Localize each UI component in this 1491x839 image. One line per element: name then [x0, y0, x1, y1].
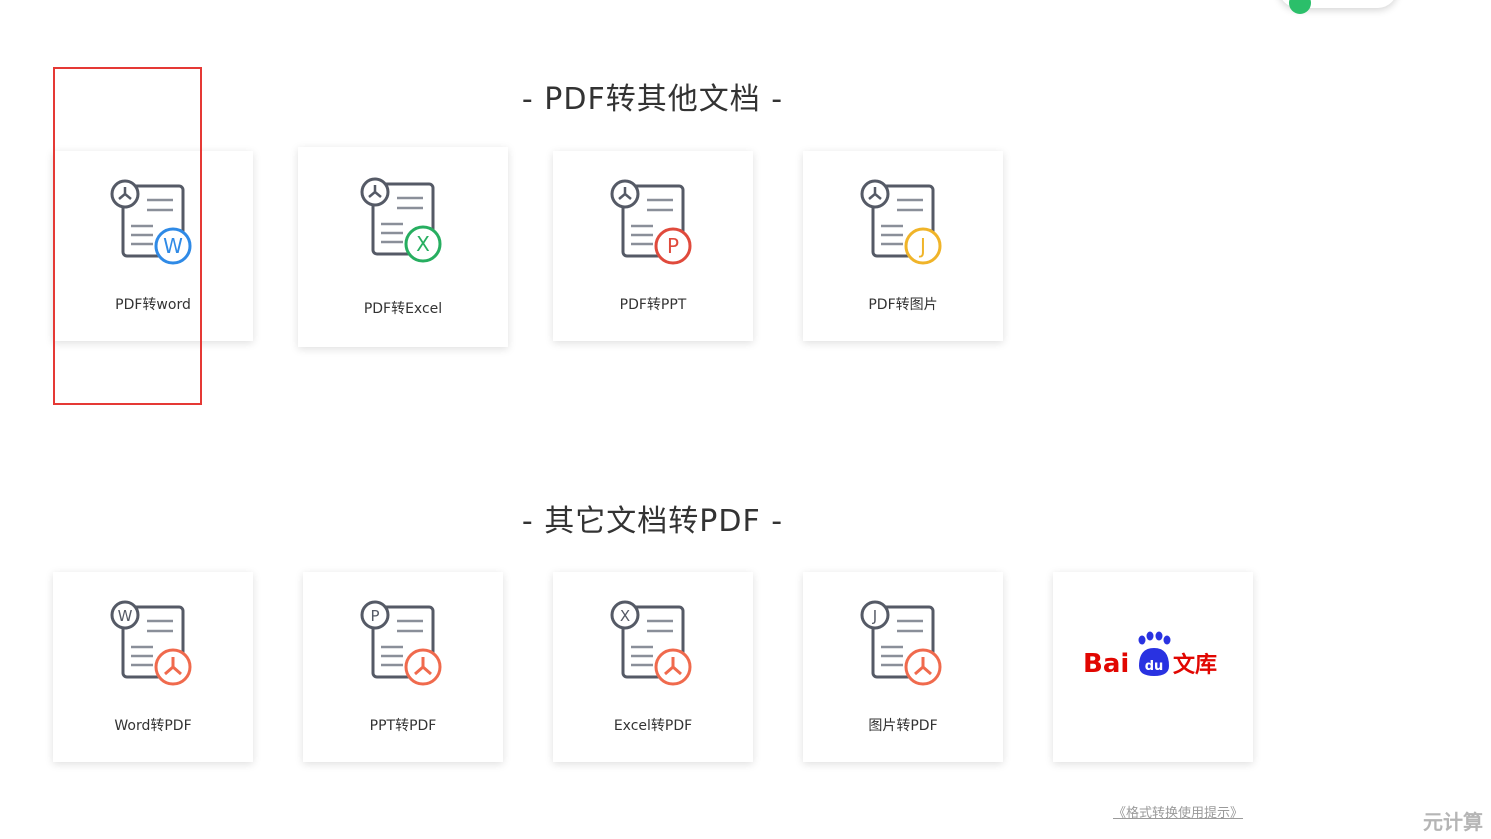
card-label: PDF转图片: [868, 297, 938, 313]
card-image-to-pdf[interactable]: J 图片转PDF: [803, 572, 1003, 762]
card-label: PDF转PPT: [619, 297, 687, 313]
card-pdf-to-ppt[interactable]: P PDF转PPT: [553, 151, 753, 341]
corner-letter: J: [872, 607, 877, 625]
card-ppt-to-pdf[interactable]: P PPT转PDF: [303, 572, 503, 762]
badge-letter: X: [416, 232, 430, 256]
badge-letter: W: [163, 234, 183, 258]
corner-letter: P: [370, 607, 379, 625]
card-label: Excel转PDF: [613, 718, 693, 734]
card-pdf-to-word[interactable]: W PDF转word: [53, 151, 253, 341]
watermark-text: 元计算: [1423, 810, 1483, 834]
corner-letter: W: [118, 607, 133, 625]
card-baidu-wenku[interactable]: Bai du 文库: [1053, 572, 1253, 762]
excel-to-pdf-icon: X: [610, 600, 692, 686]
card-label: 图片转PDF: [868, 718, 938, 734]
logo-bai: Bai: [1083, 649, 1129, 679]
image-to-pdf-icon: J: [860, 600, 942, 686]
badge-letter: J: [918, 234, 926, 258]
pdf-to-ppt-icon: P: [610, 179, 692, 265]
card-pdf-to-excel[interactable]: X PDF转Excel: [298, 147, 508, 347]
card-label: PDF转Excel: [363, 301, 443, 317]
card-label: Word转PDF: [114, 718, 192, 734]
card-word-to-pdf[interactable]: W Word转PDF: [53, 572, 253, 762]
logo-wenku: 文库: [1173, 652, 1217, 678]
pdf-to-word-icon: W: [110, 179, 192, 265]
logo-du: du: [1145, 659, 1164, 674]
badge-letter: P: [667, 234, 679, 258]
corner-letter: X: [620, 607, 630, 625]
pdf-to-excel-icon: X: [360, 177, 442, 263]
word-to-pdf-icon: W: [110, 600, 192, 686]
ppt-to-pdf-icon: P: [360, 600, 442, 686]
pdf-to-image-icon: J: [860, 179, 942, 265]
section-title-pdf-to-other: - PDF转其他文档 -: [521, 82, 784, 117]
card-label: PDF转word: [115, 297, 191, 313]
baidu-wenku-logo: Bai du 文库: [1083, 631, 1217, 679]
status-dot-icon: [1289, 0, 1311, 14]
card-label: PPT转PDF: [369, 718, 437, 734]
card-excel-to-pdf[interactable]: X Excel转PDF: [553, 572, 753, 762]
format-conversion-tips-link[interactable]: 《格式转换使用提示》: [1113, 802, 1243, 821]
section-title-other-to-pdf: - 其它文档转PDF -: [521, 504, 784, 539]
card-pdf-to-image[interactable]: J PDF转图片: [803, 151, 1003, 341]
top-floating-button[interactable]: [1279, 0, 1397, 14]
